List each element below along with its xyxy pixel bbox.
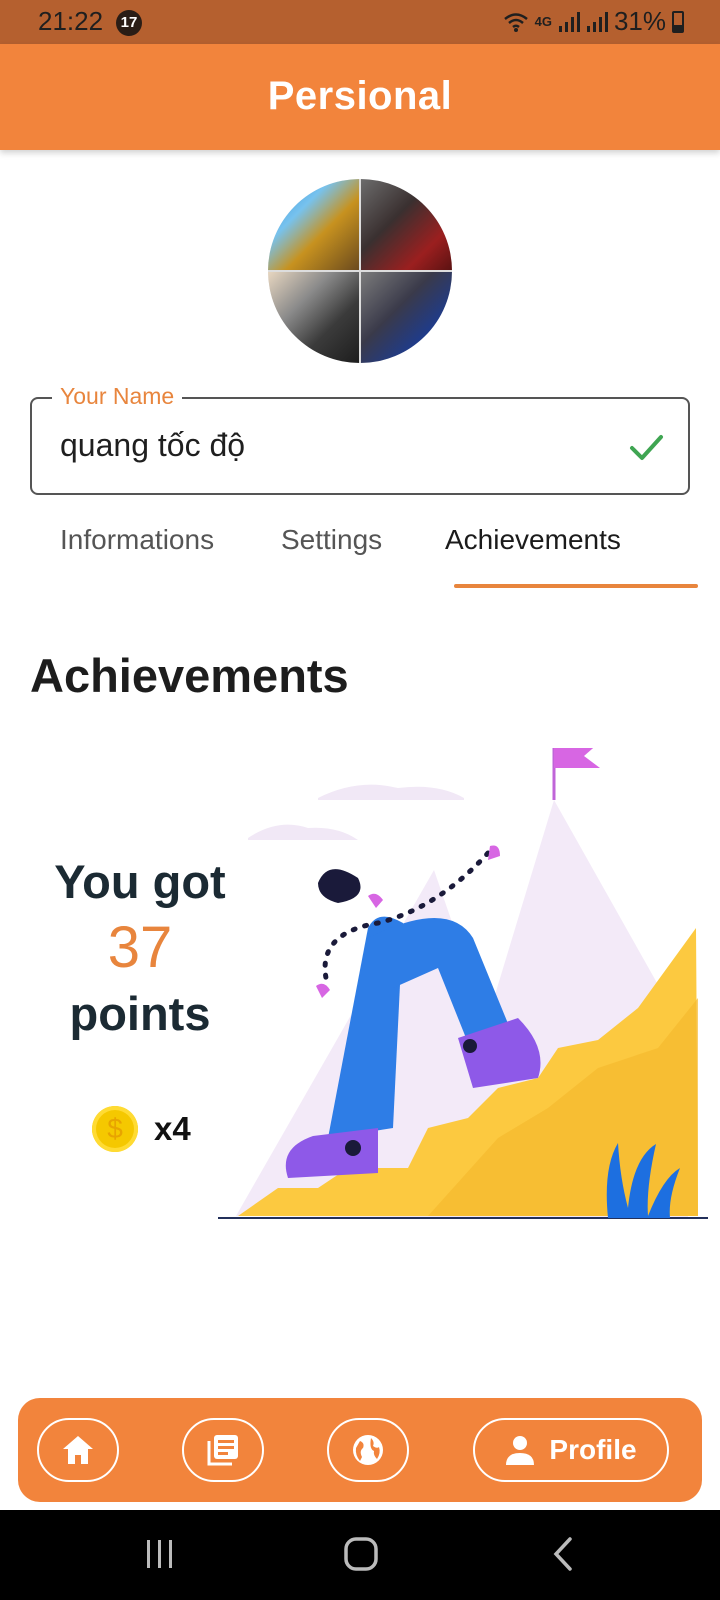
avatar[interactable] [268,179,452,363]
app-bar: Persional [0,44,720,150]
name-field[interactable]: Your Name quang tốc độ [30,383,690,495]
status-bar: 21:22 17 4G 31% [0,0,720,44]
coin-counter: $ x4 [92,1106,191,1152]
battery-percent: 31% [613,6,666,36]
tab-settings[interactable]: Settings [281,524,382,556]
points-suffix: points [69,987,211,1040]
signal-icon-2 [586,11,608,32]
notification-count-badge: 17 [116,10,142,36]
avatar-photo-3 [268,272,359,363]
points-prefix: You got [54,855,226,908]
coin-icon: $ [92,1106,138,1152]
system-nav-bar [0,1510,720,1600]
achievements-title: Achievements [30,649,349,702]
network-type-label: 4G [534,14,552,29]
nav-profile-button[interactable]: Profile [473,1418,669,1482]
check-icon[interactable] [628,429,664,465]
avatar-photo-4 [361,272,452,363]
avatar-photo-1 [268,179,359,270]
battery-icon [672,10,684,33]
wifi-icon [503,12,528,32]
nav-home-button[interactable] [37,1418,119,1482]
nav-profile-label: Profile [549,1434,637,1465]
points-summary: You got 37 points [40,850,240,1046]
tab-informations[interactable]: Informations [60,524,214,556]
active-tab-indicator [454,584,698,588]
back-icon[interactable] [552,1536,574,1572]
coin-count: x4 [154,1110,191,1147]
nav-globe-button[interactable] [327,1418,409,1482]
home-system-icon[interactable] [343,1536,379,1572]
avatar-photo-2 [361,179,452,270]
person-icon [506,1436,535,1465]
nav-news-button[interactable] [182,1418,264,1482]
home-icon [63,1436,93,1464]
profile-tabs: Informations Settings Achievements [30,512,698,588]
globe-icon [353,1435,383,1465]
signal-icon [558,11,580,32]
status-right: 4G 31% [503,6,684,37]
recent-apps-icon[interactable] [145,1538,175,1570]
name-field-label: Your Name [52,383,183,410]
page-title: Persional [267,74,453,118]
name-field-value[interactable]: quang tốc độ [60,427,245,464]
bottom-nav: Profile [18,1398,702,1502]
mountain-climb-illustration [218,748,708,1219]
points-value: 37 [107,915,173,980]
tab-achievements[interactable]: Achievements [445,524,621,556]
news-icon [207,1435,238,1466]
status-time: 21:22 [38,6,104,36]
